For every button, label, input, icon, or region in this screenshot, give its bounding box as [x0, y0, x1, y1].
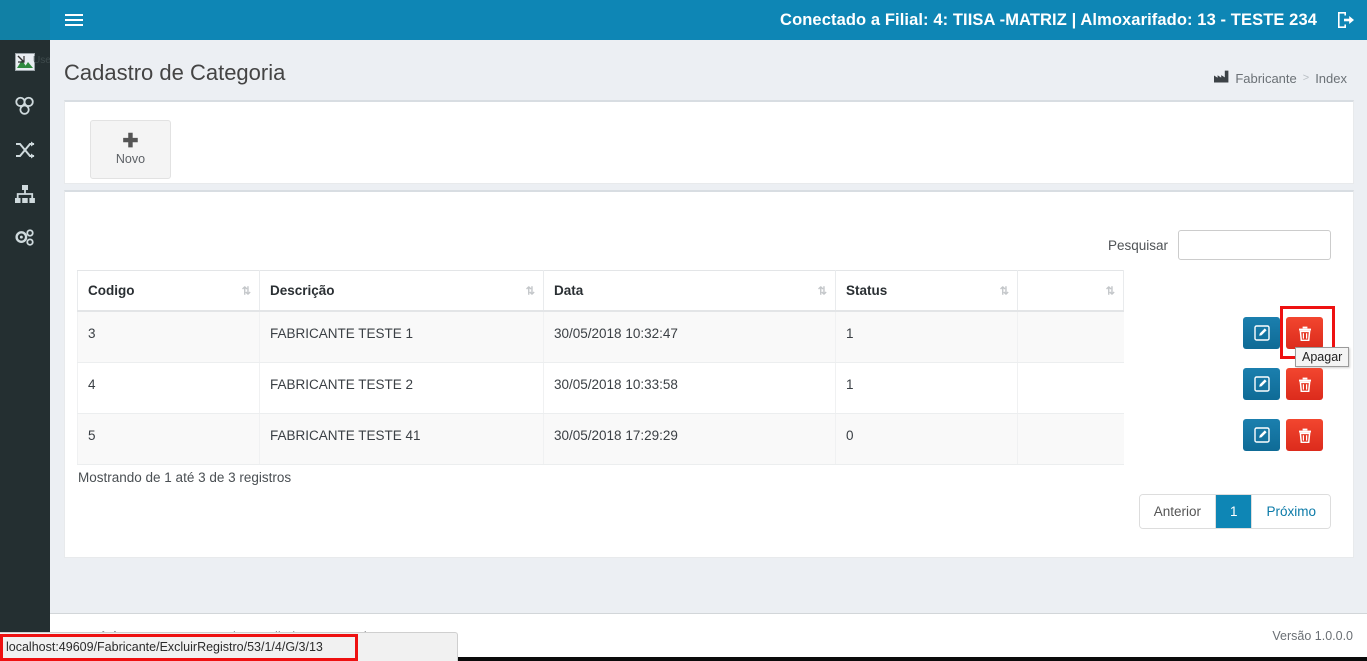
sidebar-item-settings[interactable]	[0, 216, 50, 260]
plus-icon: ✚	[122, 130, 139, 152]
column-header-codigo[interactable]: Codigo ⇅	[77, 270, 260, 312]
column-header-actions[interactable]: ⇅	[1017, 270, 1124, 312]
novo-button-label: Novo	[115, 151, 146, 166]
edit-button[interactable]	[1243, 317, 1280, 349]
breadcrumb-current: Index	[1315, 70, 1347, 86]
row-actions-2	[1243, 368, 1323, 400]
status-bar-url: localhost:49609/Fabricante/ExcluirRegist…	[6, 640, 323, 654]
cell-actions	[1017, 413, 1124, 465]
cell-status: 0	[835, 413, 1018, 465]
edit-button[interactable]	[1243, 419, 1280, 451]
search-row: Pesquisar	[1108, 230, 1331, 260]
row-actions-3	[1243, 419, 1323, 451]
sidebar-logo	[0, 0, 50, 40]
industry-icon	[1214, 70, 1229, 86]
table-head: Codigo ⇅ Descrição ⇅ Data ⇅ Status ⇅ ⇅	[77, 270, 1124, 312]
cell-data: 30/05/2018 10:32:47	[543, 311, 836, 363]
table-row[interactable]: 4 FABRICANTE TESTE 2 30/05/2018 10:33:58…	[77, 362, 1124, 414]
novo-button[interactable]: ✚ Novo	[90, 120, 171, 179]
version-text: Versão 1.0.0.0	[1272, 629, 1353, 643]
pagination-next[interactable]: Próximo	[1252, 495, 1330, 528]
sidebar-item-cubes[interactable]	[0, 84, 50, 128]
breadcrumb-separator: >	[1302, 72, 1310, 84]
column-header-status[interactable]: Status ⇅	[835, 270, 1018, 312]
cell-codigo: 4	[77, 362, 260, 414]
cell-codigo: 3	[77, 311, 260, 363]
sign-out-icon[interactable]	[1323, 0, 1367, 40]
sitemap-icon	[14, 184, 36, 204]
sort-icon[interactable]: ⇅	[1106, 284, 1115, 297]
column-label: Data	[554, 283, 584, 298]
pagination-page-1[interactable]: 1	[1215, 495, 1253, 528]
sort-icon[interactable]: ⇅	[242, 284, 251, 297]
cogs-icon	[14, 228, 36, 248]
column-label: Status	[846, 283, 888, 298]
edit-button[interactable]	[1243, 368, 1280, 400]
sort-icon[interactable]: ⇅	[818, 284, 827, 297]
table-row[interactable]: 3 FABRICANTE TESTE 1 30/05/2018 10:32:47…	[77, 311, 1124, 363]
taskbar-strip	[458, 657, 1367, 661]
row-actions-1: Apagar	[1243, 306, 1350, 367]
cell-status: 1	[835, 362, 1018, 414]
cell-descricao: FABRICANTE TESTE 41	[259, 413, 544, 465]
pagination-previous[interactable]: Anterior	[1139, 495, 1216, 528]
cell-status: 1	[835, 311, 1018, 363]
broken-image-icon: User	[14, 52, 54, 72]
data-table: Codigo ⇅ Descrição ⇅ Data ⇅ Status ⇅ ⇅ 3…	[77, 270, 1124, 465]
sidebar-item-sitemap[interactable]	[0, 172, 50, 216]
cell-data: 30/05/2018 17:29:29	[543, 413, 836, 465]
delete-button[interactable]	[1286, 419, 1323, 451]
table-info-text: Mostrando de 1 até 3 de 3 registros	[78, 470, 292, 485]
table-body: 3 FABRICANTE TESTE 1 30/05/2018 10:32:47…	[77, 311, 1124, 465]
page-title: Cadastro de Categoria	[64, 60, 286, 85]
table-panel: Pesquisar Codigo ⇅ Descrição ⇅ Data ⇅ St…	[64, 190, 1354, 558]
breadcrumb: Fabricante > Index	[1214, 70, 1347, 86]
toolbar-panel: ✚ Novo	[64, 100, 1354, 184]
connection-status-text: Conectado a Filial: 4: TIISA -MATRIZ | A…	[780, 10, 1317, 29]
column-header-data[interactable]: Data ⇅	[543, 270, 836, 312]
sort-icon[interactable]: ⇅	[526, 284, 535, 297]
shuffle-icon	[14, 140, 36, 160]
column-header-descricao[interactable]: Descrição ⇅	[259, 270, 544, 312]
page-header: Cadastro de Categoria Fabricante > Index	[50, 40, 1367, 98]
table-row[interactable]: 5 FABRICANTE TESTE 41 30/05/2018 17:29:2…	[77, 413, 1124, 465]
app-window: User Conectado a Filial: 4: TIISA -MATRI…	[0, 0, 1367, 661]
browser-status-bar: localhost:49609/Fabricante/ExcluirRegist…	[0, 632, 458, 661]
sort-icon[interactable]: ⇅	[1000, 284, 1009, 297]
cell-codigo: 5	[77, 413, 260, 465]
pagination: Anterior 1 Próximo	[1138, 494, 1331, 529]
cell-data: 30/05/2018 10:33:58	[543, 362, 836, 414]
table-header-row: Codigo ⇅ Descrição ⇅ Data ⇅ Status ⇅ ⇅	[77, 270, 1124, 312]
cubes-icon	[14, 96, 36, 116]
delete-button[interactable]	[1286, 368, 1323, 400]
cell-actions	[1017, 311, 1124, 363]
top-navbar: Conectado a Filial: 4: TIISA -MATRIZ | A…	[50, 0, 1367, 40]
column-label: Descrição	[270, 283, 335, 298]
cell-descricao: FABRICANTE TESTE 1	[259, 311, 544, 363]
sidebar-item-user[interactable]: User	[0, 40, 54, 84]
cell-descricao: FABRICANTE TESTE 2	[259, 362, 544, 414]
delete-button[interactable]	[1286, 317, 1323, 349]
tooltip-apagar: Apagar	[1295, 347, 1350, 367]
sidebar-item-shuffle[interactable]	[0, 128, 50, 172]
sidebar: User	[0, 0, 54, 661]
breadcrumb-root-link[interactable]: Fabricante	[1235, 71, 1296, 86]
column-label: Codigo	[88, 283, 135, 298]
cell-actions	[1017, 362, 1124, 414]
hamburger-menu-icon[interactable]	[55, 0, 93, 40]
search-label: Pesquisar	[1107, 237, 1168, 253]
search-input[interactable]	[1178, 230, 1331, 260]
